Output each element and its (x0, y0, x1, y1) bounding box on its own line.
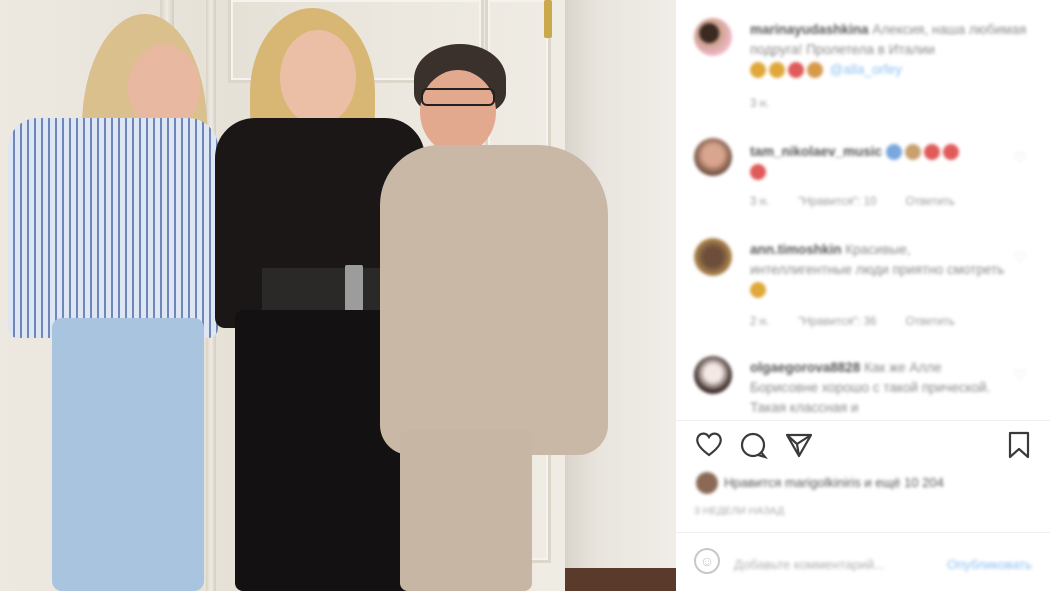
emoji-icon (807, 62, 823, 79)
avatar[interactable] (694, 238, 732, 276)
door-hinge (544, 0, 552, 38)
heart-emoji-icon (788, 62, 804, 79)
caption-time: 3 н. (750, 98, 770, 110)
post-date: 3 НЕДЕЛИ НАЗАД (694, 505, 785, 517)
emoji-icon (750, 282, 766, 299)
comment-username[interactable]: tam_nikolaev_music (750, 144, 882, 159)
comment-like-icon[interactable]: ♡ (1014, 368, 1028, 382)
comment-like-icon[interactable]: ♡ (1014, 150, 1028, 164)
divider (676, 420, 1050, 421)
avatar[interactable] (694, 138, 732, 176)
comment-username[interactable]: ann.timoshkin (750, 242, 842, 257)
caption-username[interactable]: marinayudashkina (750, 22, 869, 37)
comment-item: tam_nikolaev_music ♡ 3 н. "Нравится": 10… (694, 138, 1036, 218)
bookmark-icon[interactable] (1006, 430, 1032, 468)
emoji-icon (750, 62, 766, 79)
divider (676, 532, 1050, 533)
share-icon[interactable] (784, 430, 814, 468)
post-caption: marinayudashkina Алексия, наша любимая п… (694, 18, 1036, 118)
likes-count[interactable]: Нравится marigolkiniris и ещё 10 204 (724, 475, 944, 490)
comment-icon[interactable] (738, 430, 769, 468)
avatar[interactable] (694, 356, 732, 394)
emoji-icon (885, 144, 902, 161)
heart-icon[interactable] (694, 430, 724, 466)
comment-time: 3 н. (750, 196, 770, 208)
avatar[interactable] (696, 472, 718, 494)
baseboard (565, 568, 676, 591)
reply-link[interactable]: Ответить (906, 196, 955, 208)
emoji-icon (769, 62, 785, 79)
comment-input[interactable]: Добавьте комментарий... (734, 557, 885, 572)
post-photo (0, 0, 676, 591)
comment-likes[interactable]: "Нравится": 10 (798, 196, 876, 208)
emoji-picker-icon[interactable]: ☺ (694, 548, 720, 574)
heart-emoji-icon (923, 144, 940, 161)
heart-emoji-icon (750, 164, 766, 181)
caption-mention[interactable]: @alla_orfey (830, 62, 902, 77)
comment-time: 2 н. (750, 316, 770, 328)
emoji-icon (904, 144, 921, 161)
comment-item: ann.timoshkin Красивые, интеллигентные л… (694, 238, 1036, 338)
comment-likes[interactable]: "Нравится": 36 (798, 316, 876, 328)
comment-item: olgaegorova8828 Как же Алле Борисовне хо… (694, 356, 1036, 418)
comments-panel: marinayudashkina Алексия, наша любимая п… (676, 0, 1050, 591)
comment-username[interactable]: olgaegorova8828 (750, 360, 860, 375)
avatar[interactable] (694, 18, 732, 56)
publish-button[interactable]: Опубликовать (947, 557, 1032, 572)
heart-emoji-icon (942, 144, 959, 161)
comment-like-icon[interactable]: ♡ (1014, 250, 1028, 264)
reply-link[interactable]: Ответить (906, 316, 955, 328)
